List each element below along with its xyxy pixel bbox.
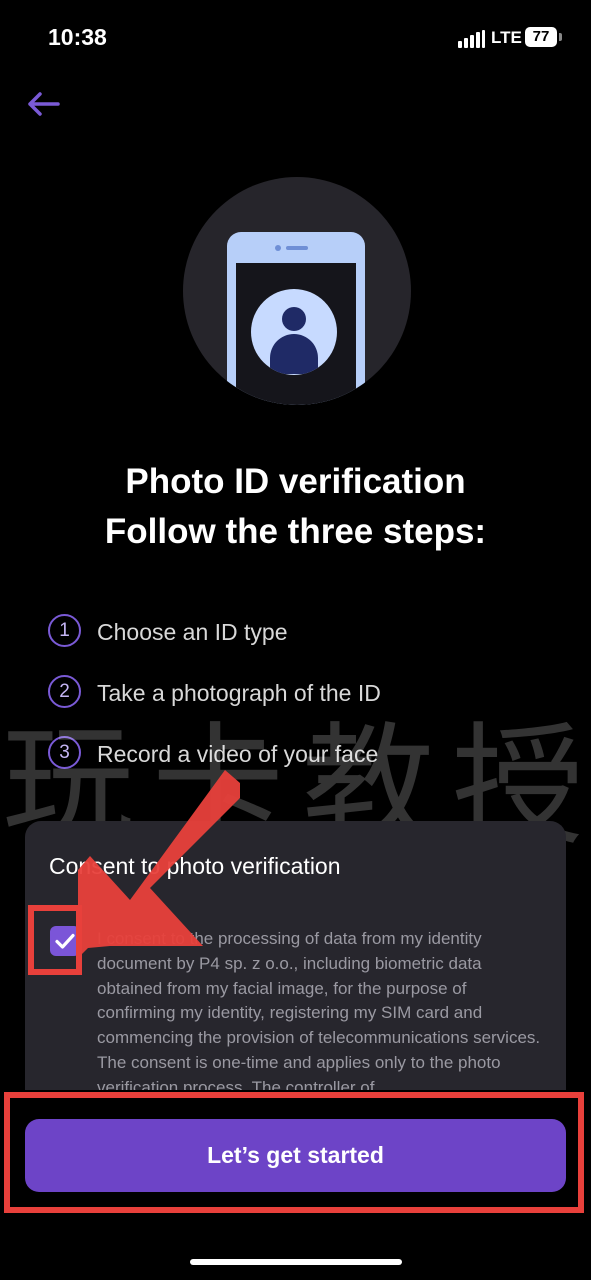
- step-item: 2 Take a photograph of the ID: [48, 673, 528, 713]
- back-button[interactable]: [26, 88, 62, 120]
- person-icon: [251, 289, 337, 375]
- phone-speaker: [286, 246, 308, 250]
- page-title: Photo ID verification Follow the three s…: [0, 457, 591, 557]
- step-number-badge: 1: [48, 614, 81, 647]
- step-item: 3 Record a video of your face: [48, 734, 528, 774]
- step-item: 1 Choose an ID type: [48, 612, 528, 652]
- title-line-1: Photo ID verification: [125, 462, 466, 501]
- status-bar: 10:38 LTE 77: [0, 0, 591, 76]
- consent-checkbox[interactable]: [50, 926, 80, 956]
- step-label: Take a photograph of the ID: [97, 680, 381, 706]
- consent-text: I consent to the processing of data from…: [97, 929, 541, 1097]
- network-type: LTE: [491, 28, 522, 47]
- step-number-badge: 2: [48, 675, 81, 708]
- step-label: Choose an ID type: [97, 619, 288, 645]
- battery-icon: 77: [525, 27, 557, 47]
- battery-cap: [559, 33, 562, 41]
- arrow-left-icon: [28, 92, 60, 116]
- step-number-badge: 3: [48, 736, 81, 769]
- checkmark-icon: [55, 933, 75, 949]
- status-time: 10:38: [48, 24, 107, 50]
- phone-camera: [275, 245, 281, 251]
- home-indicator: [190, 1259, 402, 1265]
- signal-icon: [458, 30, 486, 48]
- phone-person-icon: [183, 177, 411, 405]
- step-label: Record a video of your face: [97, 741, 379, 767]
- get-started-button[interactable]: Let’s get started: [25, 1119, 566, 1192]
- title-line-2: Follow the three steps:: [104, 512, 487, 551]
- consent-title: Consent to photo verification: [49, 853, 341, 879]
